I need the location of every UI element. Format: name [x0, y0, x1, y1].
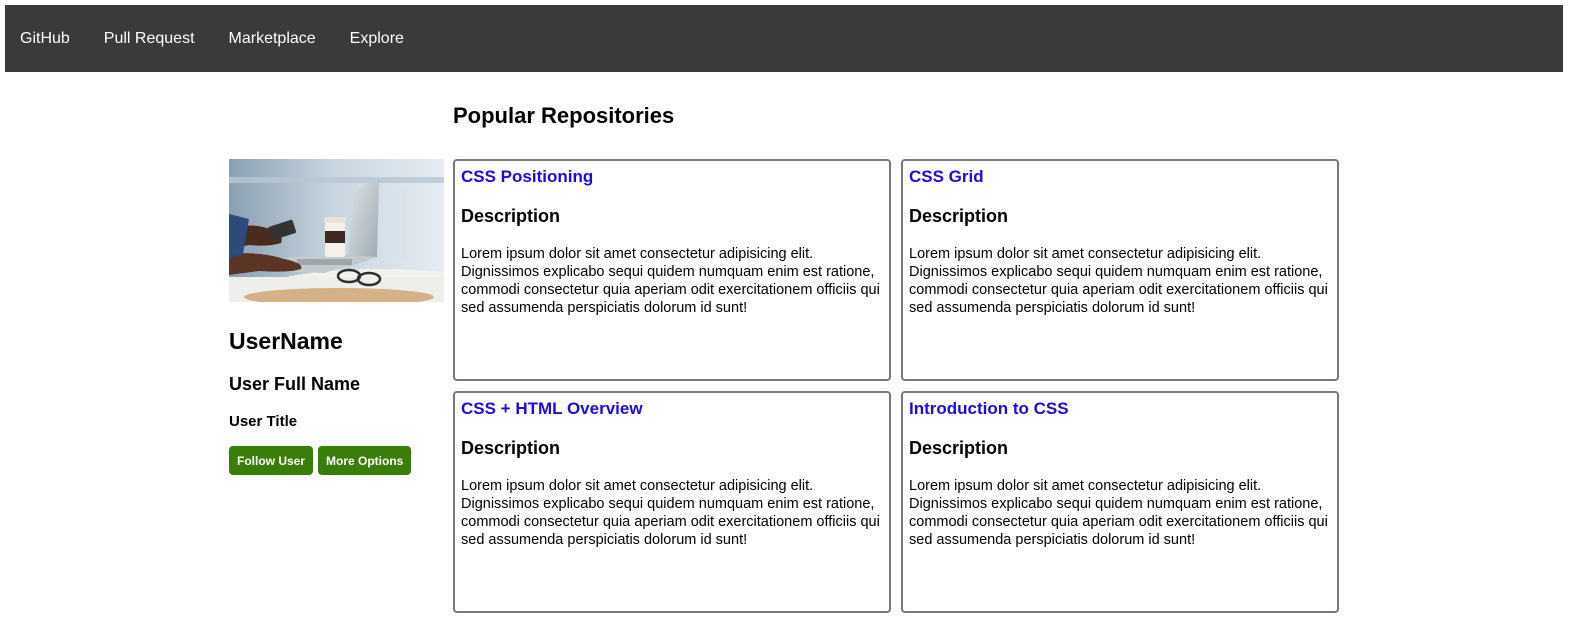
repo-card: CSS Grid Description Lorem ipsum dolor s…: [901, 159, 1339, 381]
repo-card: CSS Positioning Description Lorem ipsum …: [453, 159, 891, 381]
nav-link-marketplace[interactable]: Marketplace: [229, 30, 316, 48]
repo-card: CSS + HTML Overview Description Lorem ip…: [453, 391, 891, 613]
repo-card: Introduction to CSS Description Lorem ip…: [901, 391, 1339, 613]
profile-sidebar: UserName User Full Name User Title Follo…: [229, 159, 444, 475]
popular-repositories-heading: Popular Repositories: [453, 103, 675, 128]
repo-description: Lorem ipsum dolor sit amet consectetur a…: [909, 246, 1328, 316]
repo-link[interactable]: CSS Positioning: [461, 166, 883, 188]
repo-description: Lorem ipsum dolor sit amet consectetur a…: [461, 478, 880, 548]
nav-link-pull-request[interactable]: Pull Request: [104, 30, 195, 48]
repo-description: Lorem ipsum dolor sit amet consectetur a…: [461, 246, 880, 316]
repo-link[interactable]: CSS + HTML Overview: [461, 398, 883, 420]
top-navbar: GitHub Pull Request Marketplace Explore: [5, 5, 1563, 72]
repo-description-heading: Description: [461, 206, 561, 226]
follow-user-button[interactable]: Follow User: [229, 446, 314, 475]
repo-description: Lorem ipsum dolor sit amet consectetur a…: [909, 478, 1328, 548]
profile-actions: Follow User More Options: [229, 446, 444, 475]
repo-description-heading: Description: [909, 206, 1009, 226]
repo-link[interactable]: Introduction to CSS: [909, 398, 1331, 420]
more-options-button[interactable]: More Options: [318, 446, 412, 475]
repo-link[interactable]: CSS Grid: [909, 166, 1331, 188]
nav-link-github[interactable]: GitHub: [20, 30, 70, 48]
repository-grid: CSS Positioning Description Lorem ipsum …: [453, 159, 1340, 613]
user-title: User Title: [229, 413, 298, 430]
username: UserName: [229, 328, 343, 354]
user-full-name: User Full Name: [229, 374, 361, 394]
profile-photo: [229, 159, 444, 302]
repo-description-heading: Description: [461, 438, 561, 458]
repo-description-heading: Description: [909, 438, 1009, 458]
nav-link-explore[interactable]: Explore: [350, 30, 404, 48]
